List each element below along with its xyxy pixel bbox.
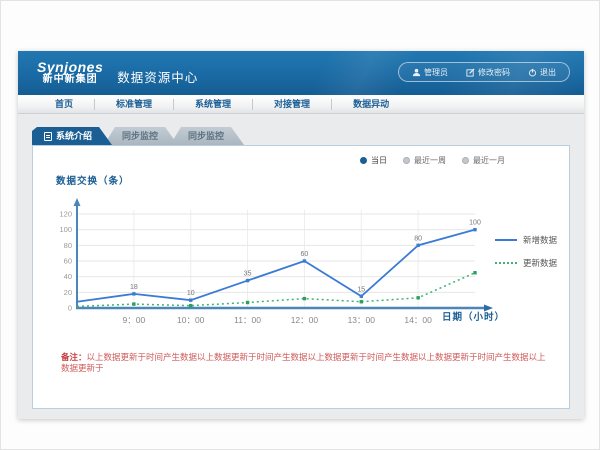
legend-label: 新增数据 bbox=[523, 234, 557, 246]
tab-bar: 系统介绍 同步监控 同步监控 bbox=[32, 127, 244, 145]
chart-canvas: 0 20 40 60 80 100 120 9：00 10：00 11：00 12：00 13：00 1… bbox=[45, 190, 505, 340]
radio-label: 最近一周 bbox=[414, 155, 446, 166]
tab-sync-monitor-1[interactable]: 同步监控 bbox=[104, 127, 178, 145]
current-user-button[interactable]: 管理员 bbox=[403, 67, 457, 78]
radio-last-week[interactable]: 最近一周 bbox=[403, 155, 446, 166]
legend-item-updated-data: 更新数据 bbox=[495, 257, 561, 269]
tab-label: 系统介绍 bbox=[56, 127, 92, 145]
y-axis-title: 数据交换（条） bbox=[56, 173, 130, 187]
legend-item-new-data: 新增数据 bbox=[495, 234, 561, 246]
svg-text:100: 100 bbox=[59, 225, 72, 234]
svg-text:60: 60 bbox=[64, 257, 72, 266]
svg-text:20: 20 bbox=[64, 288, 72, 297]
svg-text:12：00: 12：00 bbox=[291, 315, 319, 325]
chart-panel: 当日 最近一周 最近一月 数据交换（条） 0 20 40 60 80 100 120 9：00… bbox=[32, 145, 570, 409]
svg-text:15: 15 bbox=[357, 286, 365, 293]
document-icon bbox=[44, 132, 52, 141]
main-nav: 首页 标准管理 系统管理 对接管理 数据异动 bbox=[18, 95, 584, 114]
change-password-label: 修改密码 bbox=[478, 67, 510, 78]
svg-text:18: 18 bbox=[130, 284, 138, 291]
exchange-line-chart: 0 20 40 60 80 100 120 9：00 10：00 11：00 12：00 13：00 1… bbox=[45, 190, 505, 340]
nav-item-system-mgmt[interactable]: 系统管理 bbox=[174, 95, 252, 113]
radio-label: 当日 bbox=[371, 155, 387, 166]
user-name-label: 管理员 bbox=[424, 67, 448, 78]
radio-dot-icon bbox=[360, 157, 367, 164]
tab-system-intro[interactable]: 系统介绍 bbox=[32, 127, 112, 145]
svg-text:100: 100 bbox=[469, 220, 481, 227]
svg-text:0: 0 bbox=[68, 304, 72, 313]
svg-text:35: 35 bbox=[244, 271, 252, 278]
logout-label: 退出 bbox=[540, 67, 556, 78]
svg-text:9：00: 9：00 bbox=[123, 315, 146, 325]
footer-note: 备注：以上数据更新于时间产生数据以上数据更新于时间产生数据以上数据更新于时间产生… bbox=[61, 352, 551, 374]
svg-text:40: 40 bbox=[64, 272, 72, 281]
legend-label: 更新数据 bbox=[523, 257, 557, 269]
page-title: 数据资源中心 bbox=[117, 67, 198, 86]
svg-text:80: 80 bbox=[414, 235, 422, 242]
power-icon bbox=[528, 68, 537, 77]
nav-item-data-change[interactable]: 数据异动 bbox=[332, 95, 410, 113]
note-text: 以上数据更新于时间产生数据以上数据更新于时间产生数据以上数据更新于时间产生数据以… bbox=[61, 352, 546, 373]
svg-text:80: 80 bbox=[64, 241, 72, 250]
nav-item-home[interactable]: 首页 bbox=[34, 95, 94, 113]
svg-text:14：00: 14：00 bbox=[404, 315, 432, 325]
svg-text:11：00: 11：00 bbox=[234, 315, 261, 325]
tab-label: 同步监控 bbox=[188, 127, 224, 145]
svg-text:10: 10 bbox=[187, 290, 195, 297]
tab-label: 同步监控 bbox=[122, 127, 158, 145]
user-icon bbox=[412, 68, 421, 77]
nav-item-interface-mgmt[interactable]: 对接管理 bbox=[253, 95, 331, 113]
logout-button[interactable]: 退出 bbox=[519, 67, 565, 78]
svg-text:10：00: 10：00 bbox=[177, 315, 205, 325]
user-toolbar: 管理员 修改密码 退出 bbox=[398, 62, 570, 82]
logo-company-name: 新中新集团 bbox=[37, 75, 103, 86]
note-prefix: 备注： bbox=[61, 352, 87, 362]
app-header: Synjones 新中新集团 数据资源中心 管理员 修改密码 退出 bbox=[18, 51, 584, 95]
radio-today[interactable]: 当日 bbox=[360, 155, 387, 166]
app-window: Synjones 新中新集团 数据资源中心 管理员 修改密码 退出 bbox=[18, 51, 584, 419]
radio-dot-icon bbox=[462, 157, 469, 164]
radio-label: 最近一月 bbox=[473, 155, 505, 166]
radio-dot-icon bbox=[403, 157, 410, 164]
svg-text:60: 60 bbox=[301, 251, 309, 258]
solid-line-icon bbox=[495, 239, 517, 241]
nav-item-standard-mgmt[interactable]: 标准管理 bbox=[95, 95, 173, 113]
svg-text:13：00: 13：00 bbox=[348, 315, 376, 325]
tab-sync-monitor-2[interactable]: 同步监控 bbox=[170, 127, 244, 145]
page-background: Synjones 新中新集团 数据资源中心 管理员 修改密码 退出 bbox=[0, 0, 600, 450]
radio-last-month[interactable]: 最近一月 bbox=[462, 155, 505, 166]
x-axis-title: 日期（小时） bbox=[442, 309, 505, 323]
company-logo: Synjones 新中新集团 bbox=[37, 60, 103, 85]
svg-text:120: 120 bbox=[59, 210, 72, 219]
content-area: 系统介绍 同步监控 同步监控 当日 最近一周 bbox=[18, 114, 584, 419]
dotted-line-icon bbox=[495, 262, 517, 264]
change-password-button[interactable]: 修改密码 bbox=[457, 67, 519, 78]
edit-icon bbox=[466, 68, 475, 77]
logo-brand-text: Synjones bbox=[37, 60, 103, 75]
chart-legend: 新增数据 更新数据 bbox=[495, 234, 561, 280]
time-range-filter: 当日 最近一周 最近一月 bbox=[360, 155, 505, 166]
